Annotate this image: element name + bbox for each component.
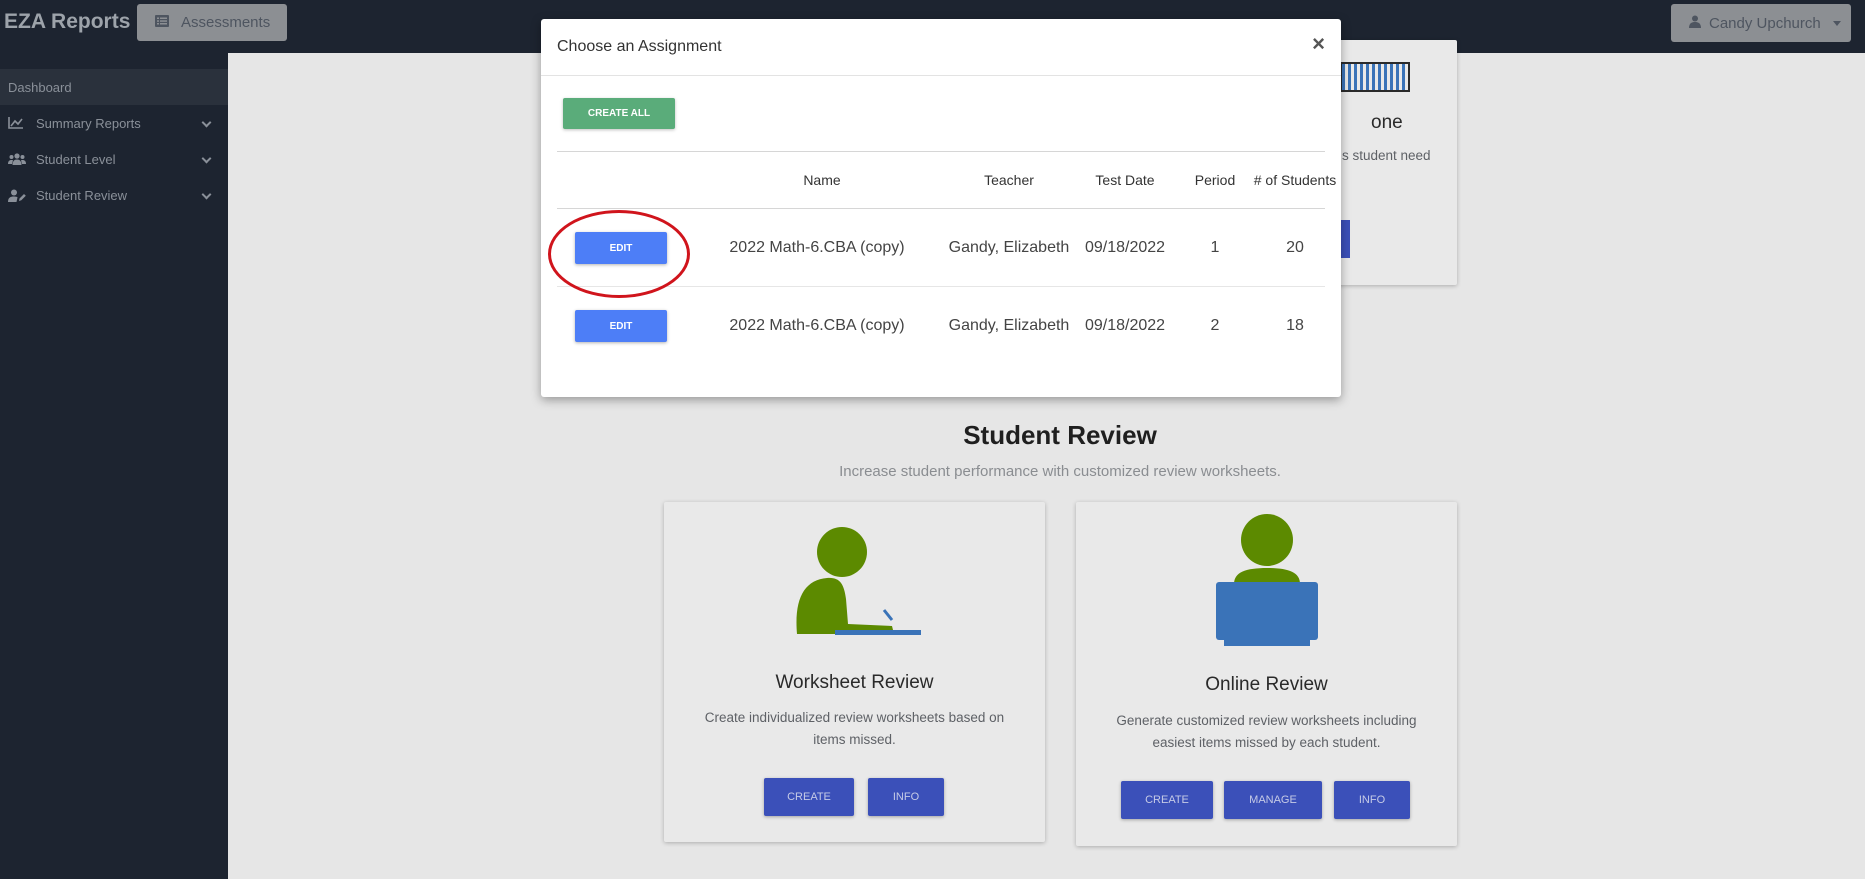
edit-button[interactable]: EDIT: [575, 310, 667, 342]
choose-assignment-modal: Choose an Assignment × CREATE ALL Name T…: [541, 19, 1341, 397]
create-all-button[interactable]: CREATE ALL: [563, 98, 675, 129]
student-count: 18: [1286, 317, 1304, 334]
assignment-name: 2022 Math-6.CBA (copy): [729, 239, 905, 256]
table-header: Name Teacher Test Date Period # of Stude…: [557, 151, 1336, 209]
modal-title: Choose an Assignment: [557, 38, 722, 55]
modal-header: Choose an Assignment ×: [541, 19, 1341, 76]
table-row: EDIT 2022 Math-6.CBA (copy) Gandy, Eliza…: [557, 287, 1325, 365]
highlight-circle-annotation: [548, 210, 690, 298]
close-icon[interactable]: ×: [1312, 33, 1325, 55]
column-header-name: Name: [803, 172, 841, 188]
student-count: 20: [1286, 239, 1304, 256]
column-header-students: # of Students: [1253, 172, 1337, 188]
assignment-name: 2022 Math-6.CBA (copy): [729, 317, 905, 334]
